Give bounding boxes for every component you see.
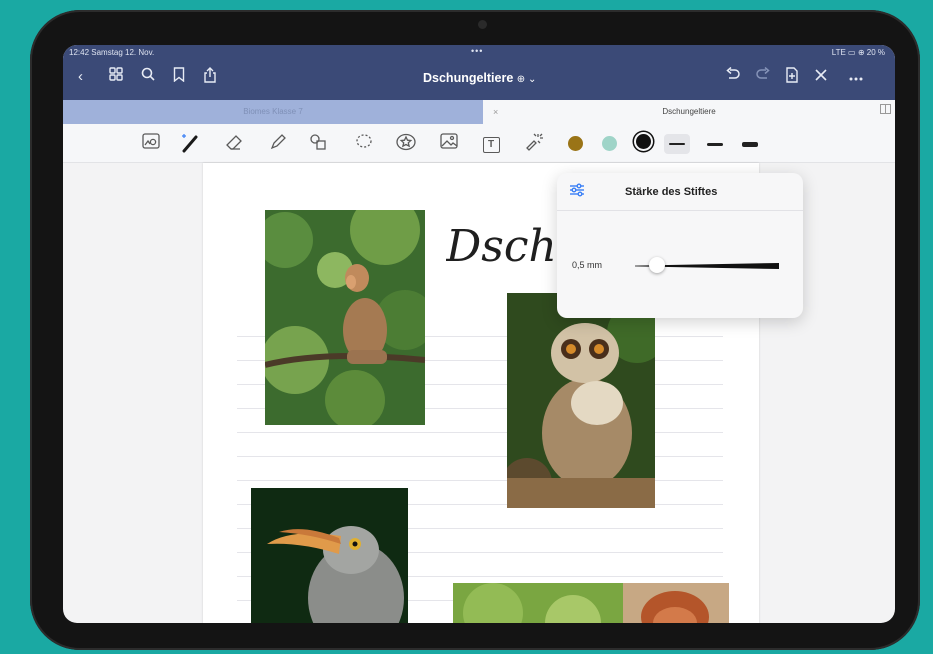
drawing-toolbar: T (63, 124, 895, 163)
shapes-tool-icon[interactable] (307, 133, 329, 153)
document-title[interactable]: Dschungeltiere ⊕ ⌄ (423, 71, 536, 85)
stroke-thin-button[interactable] (664, 134, 690, 154)
close-icon[interactable] (815, 67, 827, 87)
text-tool-icon[interactable]: T (480, 133, 502, 153)
status-time-date: 12:42 Samstag 12. Nov. (69, 48, 155, 57)
document-tab-bar: Biomes Klasse 7 Dschungeltiere × (63, 100, 895, 124)
photo-slow-loris[interactable] (507, 293, 655, 508)
settings-sliders-icon[interactable] (569, 183, 585, 202)
grid-view-icon[interactable] (109, 67, 123, 87)
photo-hornbill[interactable] (251, 488, 408, 623)
eraser-tool-icon[interactable] (223, 133, 245, 153)
stroke-thin-preview (669, 143, 685, 145)
title-menu-chevron-icon[interactable]: ⊕ ⌄ (517, 74, 537, 85)
back-chevron-icon[interactable]: ‹ (78, 67, 83, 87)
multitasking-dots[interactable]: ••• (471, 46, 483, 56)
photo-proboscis-monkey[interactable] (265, 210, 425, 425)
undo-icon[interactable] (725, 66, 740, 87)
stroke-thick-button[interactable] (737, 134, 763, 154)
tab-dschungeltiere[interactable]: Dschungeltiere (483, 100, 895, 124)
add-page-icon[interactable] (785, 67, 799, 89)
color-swatch-brown[interactable] (568, 136, 583, 151)
more-options-icon[interactable] (849, 67, 863, 87)
sticker-tool-icon[interactable] (395, 133, 417, 153)
stroke-width-value: 0,5 mm (572, 260, 603, 270)
laser-pointer-tool-icon[interactable] (523, 133, 545, 153)
tab-close-icon[interactable]: × (493, 100, 498, 124)
color-swatch-black-selected[interactable] (636, 134, 651, 149)
photo-orangutan[interactable] (453, 583, 729, 623)
stroke-medium-button[interactable] (702, 134, 728, 154)
redo-icon[interactable] (756, 66, 771, 87)
tablet-screen: 12:42 Samstag 12. Nov. ••• LTE ▭ ⊕ 20 % … (63, 45, 895, 623)
top-navigation-bar: 12:42 Samstag 12. Nov. ••• LTE ▭ ⊕ 20 % … (63, 45, 895, 100)
svg-text:Dsch: Dsch (446, 221, 557, 272)
highlighter-tool-icon[interactable] (267, 133, 289, 153)
tab-biomes[interactable]: Biomes Klasse 7 (63, 100, 483, 124)
pen-tool-icon[interactable] (180, 133, 202, 153)
share-icon[interactable] (203, 67, 217, 89)
front-camera (478, 20, 487, 29)
status-indicators: LTE ▭ ⊕ 20 % (831, 48, 885, 57)
color-swatch-teal[interactable] (602, 136, 617, 151)
stroke-thick-preview (742, 142, 758, 147)
split-view-icon[interactable] (880, 100, 891, 124)
image-scan-tool-icon[interactable] (140, 133, 162, 153)
search-icon[interactable] (141, 67, 155, 87)
bookmark-icon[interactable] (173, 67, 185, 88)
lasso-tool-icon[interactable] (353, 133, 375, 153)
stroke-width-popover: Stärke des Stiftes 0,5 mm (557, 173, 803, 318)
stroke-width-slider-knob[interactable] (649, 257, 665, 273)
image-tool-icon[interactable] (438, 133, 460, 153)
popover-header: Stärke des Stiftes (557, 173, 803, 211)
popover-title: Stärke des Stiftes (625, 186, 718, 198)
stroke-medium-preview (707, 143, 723, 146)
